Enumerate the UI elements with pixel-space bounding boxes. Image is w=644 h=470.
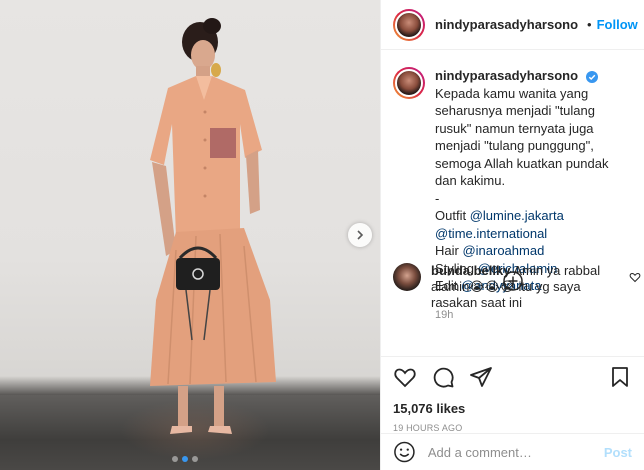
post-header: nindyparasadyharsono • Follow [381, 0, 644, 50]
mention-link[interactable]: @inaroahmad [462, 243, 544, 258]
comment-like-heart-icon[interactable] [629, 271, 641, 283]
comment-icon[interactable] [431, 365, 455, 389]
credit-line: Hair @inaroahmad [435, 242, 632, 260]
caption-text: Kepada kamu wanita yang seharusnya menja… [435, 85, 609, 189]
credit-label: Hair [435, 243, 463, 258]
comment-item: bunda.bellky Amin ya rabbal alamin😭😭😭 it… [393, 263, 633, 311]
bookmark-icon[interactable] [608, 365, 632, 389]
commenter-username[interactable]: bunda.bellky [431, 263, 510, 278]
comment-text-line3: rasakan saat ini [431, 295, 523, 310]
mention-link[interactable]: @time.international [435, 226, 547, 241]
caption-avatar[interactable] [393, 67, 425, 99]
post-timestamp[interactable]: 19 HOURS AGO [393, 423, 632, 433]
emoji-icon[interactable] [393, 440, 416, 464]
post-photo[interactable] [0, 0, 380, 470]
comment-body: bunda.bellky Amin ya rabbal alamin😭😭😭 it… [431, 263, 627, 311]
verified-badge-icon [585, 70, 598, 83]
add-comment-bar: Post [381, 433, 644, 470]
share-icon[interactable] [469, 365, 493, 389]
mention-link[interactable]: @lumine.jakarta [470, 208, 564, 223]
action-row [393, 365, 632, 389]
credit-label: Outfit [435, 208, 470, 223]
carousel-dots [172, 456, 198, 462]
post-comment-button[interactable]: Post [604, 445, 632, 460]
next-slide-button[interactable] [348, 223, 372, 247]
carousel-dot [172, 456, 178, 462]
caption-username[interactable]: nindyparasadyharsono [435, 68, 578, 83]
woman-figure [150, 18, 276, 434]
header-separator: • [587, 17, 592, 32]
follow-button[interactable]: Follow [597, 17, 638, 32]
heart-icon[interactable] [393, 365, 417, 389]
post-side-panel: nindyparasadyharsono • Follow nindyparas… [380, 0, 644, 470]
carousel-dot-active [182, 456, 188, 462]
comment-input[interactable] [427, 444, 604, 460]
author-username[interactable]: nindyparasadyharsono [435, 17, 578, 32]
caption-dash: - [435, 190, 440, 206]
credit-line: @time.international [435, 225, 632, 243]
comment-text-line1: Amin ya rabbal [513, 263, 601, 278]
author-avatar[interactable] [393, 8, 425, 41]
comment-text-line2: alamin😭😭😭 itu yg saya [431, 279, 581, 294]
credit-line: Outfit @lumine.jakarta [435, 207, 632, 225]
chevron-right-icon [357, 230, 364, 240]
action-bar: 15,076 likes 19 HOURS AGO [381, 356, 644, 433]
carousel-dot [192, 456, 198, 462]
commenter-avatar[interactable] [393, 263, 421, 291]
likes-count[interactable]: 15,076 likes [393, 401, 632, 416]
